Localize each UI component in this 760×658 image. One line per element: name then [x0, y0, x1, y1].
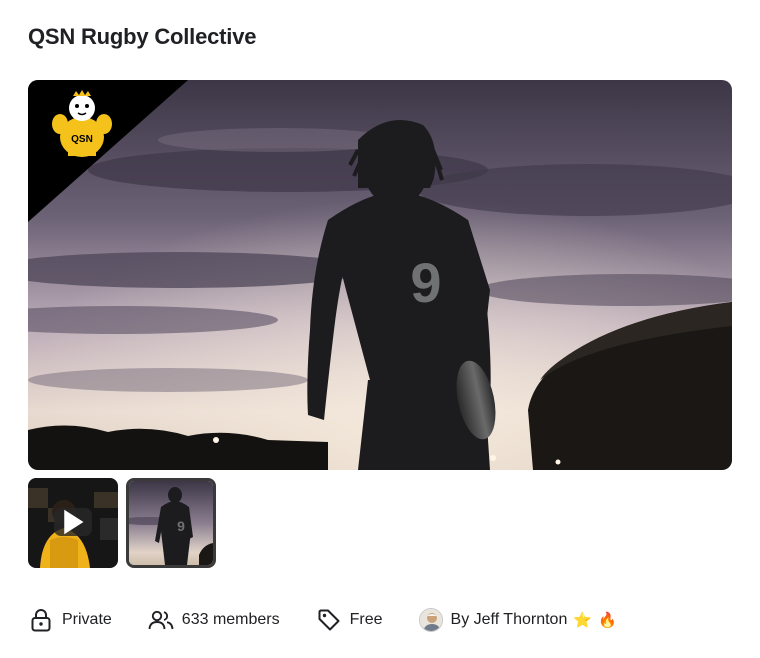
- gallery-thumbnails: 9: [28, 478, 216, 568]
- members-info[interactable]: 633 members: [148, 607, 280, 633]
- privacy-info: Private: [28, 607, 112, 633]
- fire-badge-icon: 🔥: [598, 611, 617, 629]
- thumbnail-image-photo: 9: [129, 481, 213, 565]
- thumbnail-jersey-number: 9: [177, 518, 185, 534]
- thumbnail-video[interactable]: [28, 478, 118, 568]
- users-icon: [148, 607, 174, 633]
- members-label: 633 members: [181, 611, 280, 628]
- star-badge-icon: ⭐: [573, 611, 593, 629]
- hero-photo: 9 QSN: [28, 80, 732, 470]
- group-page: QSN Rugby Collective 9 QSN 9 Private 633…: [0, 0, 760, 658]
- hero-image[interactable]: 9 QSN: [28, 80, 732, 470]
- owner-label[interactable]: By Jeff Thornton: [451, 611, 568, 629]
- group-meta: Private 633 members Free By Jeff Thornto…: [28, 606, 653, 634]
- logo-text: QSN: [71, 134, 93, 145]
- privacy-label: Private: [62, 611, 112, 628]
- owner-avatar[interactable]: [418, 608, 443, 632]
- owner-info[interactable]: By Jeff Thornton ⭐ 🔥: [418, 608, 617, 632]
- hero-jersey-number: 9: [410, 251, 441, 314]
- tag-icon: [316, 607, 342, 633]
- play-button[interactable]: [54, 508, 92, 536]
- page-title: QSN Rugby Collective: [28, 24, 257, 49]
- price-label: Free: [349, 611, 383, 628]
- lock-icon: [28, 607, 54, 633]
- thumbnail-image[interactable]: 9: [126, 478, 216, 568]
- play-icon: [64, 509, 84, 535]
- price-info: Free: [316, 607, 383, 633]
